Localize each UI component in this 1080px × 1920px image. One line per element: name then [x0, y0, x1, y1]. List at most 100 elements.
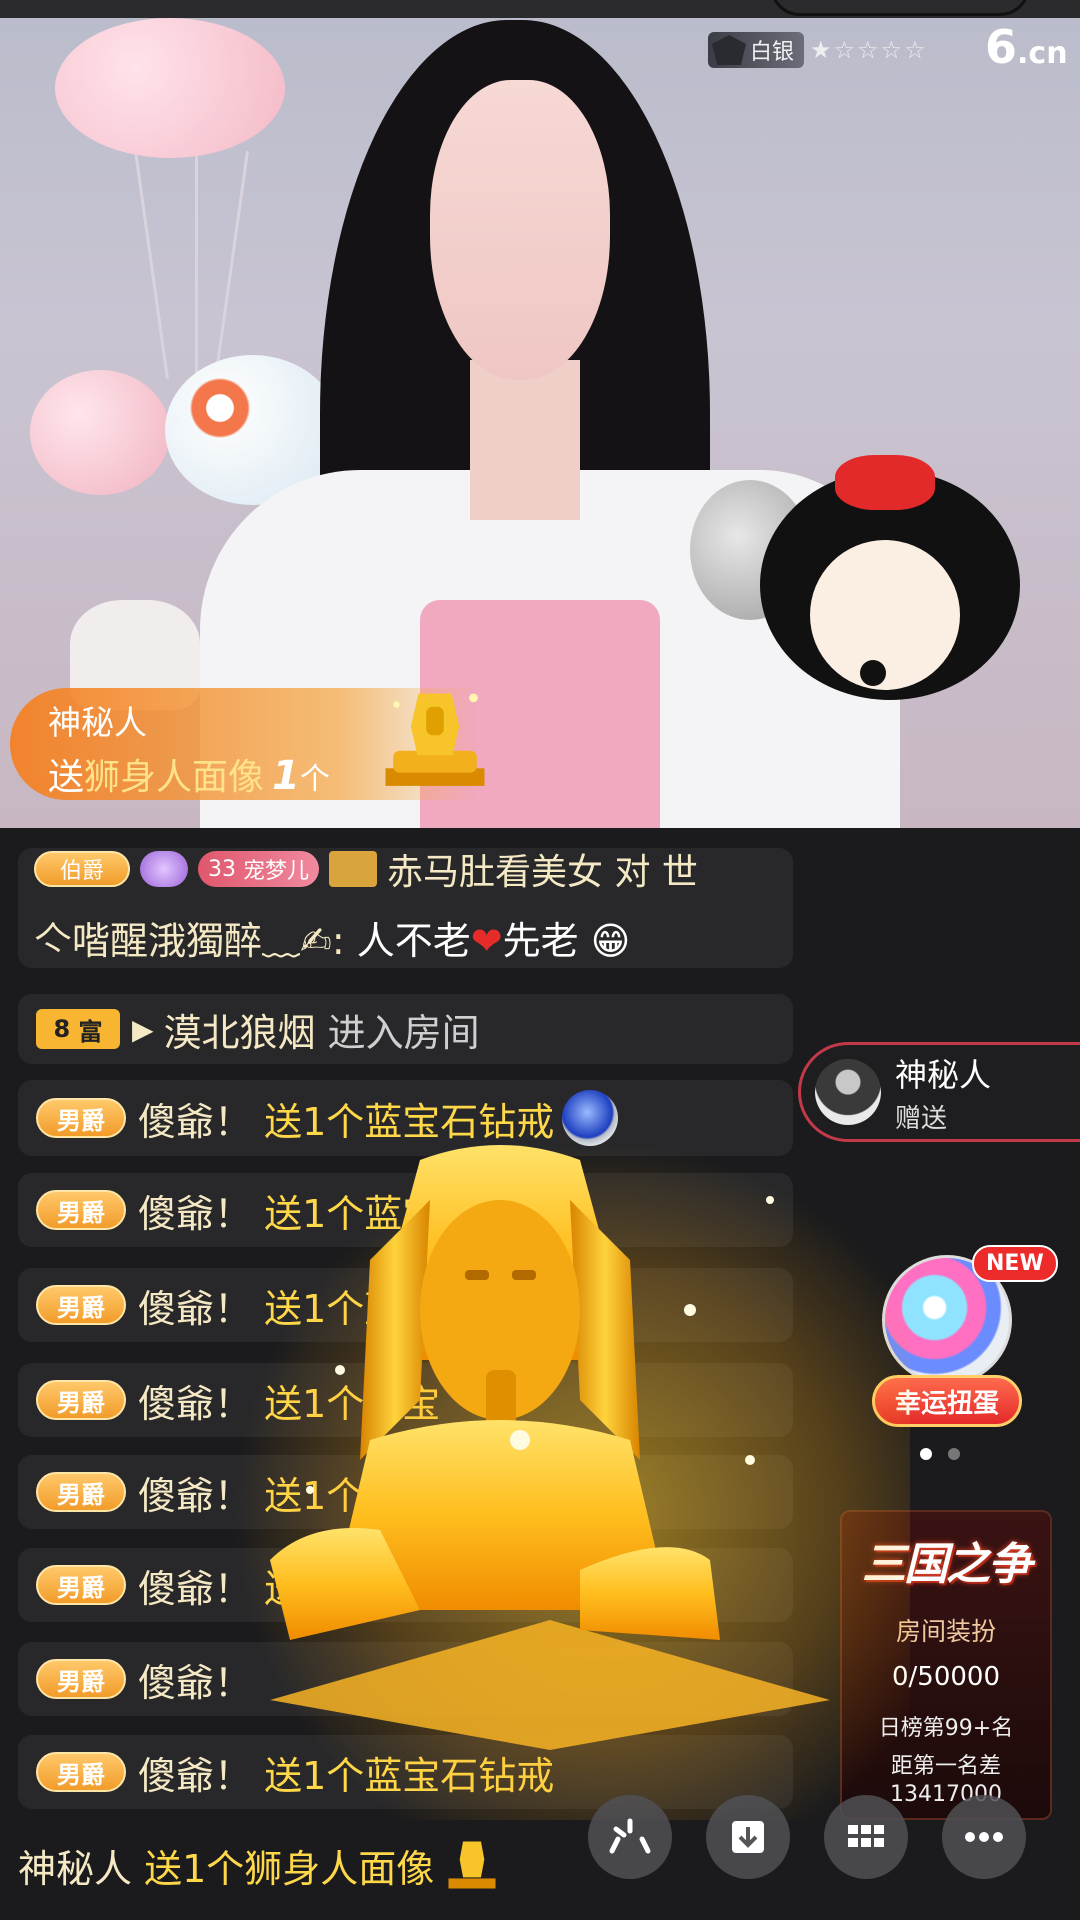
event-gap-label: 距第一名差 — [890, 1754, 1001, 1779]
gift-banner-unit: 个 — [299, 762, 330, 797]
chat-user: 傻爺！ — [138, 1191, 253, 1236]
chat-gift-text: 送1个狮身人面像 — [144, 1846, 435, 1891]
noble-badge: 男爵 — [36, 1098, 126, 1138]
sender-name: 神秘人 — [895, 1055, 992, 1094]
chat-user: 傻爺！ — [138, 1099, 253, 1144]
chat-gift-row[interactable]: 男爵 傻爺！ — [18, 1642, 793, 1716]
sphinx-gift-icon — [385, 693, 485, 786]
gift-banner-verb: 送 — [48, 757, 85, 798]
streamer-rank[interactable]: 白银 ★☆☆☆☆ — [708, 30, 928, 70]
medal-icon — [329, 851, 378, 887]
chat-gift-row[interactable]: 男爵 傻爺！ 送1个蓝 — [18, 1455, 793, 1529]
chat-gift-text: 送1个蓝宝石钻戒 — [264, 1099, 555, 1144]
logo-main: 6 — [985, 20, 1018, 74]
flower-decoration — [175, 368, 265, 448]
grid-icon — [848, 1825, 884, 1847]
sapphire-ring-icon — [562, 1090, 619, 1146]
lucky-gacha-button[interactable]: NEW 幸运扭蛋 — [872, 1245, 1058, 1430]
balloon-string — [195, 150, 198, 380]
rank-badge: 白银 — [708, 32, 805, 68]
live-video[interactable]: 白银 ★☆☆☆☆ 6.cn 神秘人 送狮身人面像 1个 — [0, 0, 1080, 828]
new-badge: NEW — [972, 1245, 1058, 1282]
grin-emoji: 😁 — [590, 919, 631, 963]
camera-notch — [770, 0, 1030, 16]
more-icon — [965, 1832, 1003, 1842]
chat-gift-row[interactable]: 男爵 傻爺！ 送1个蓝宝石钻戒 — [18, 1735, 793, 1809]
chat-top-line1-text: 赤马肚看美女 对 世 — [387, 852, 698, 893]
minnie-plush-bow — [835, 455, 935, 510]
site-logo: 6.cn — [985, 20, 1068, 74]
chat-user: 傻爺！ — [138, 1381, 253, 1426]
event-rank: 日榜第99+名 — [878, 1716, 1014, 1741]
streamer-neck — [470, 360, 580, 520]
sphinx-gift-icon — [448, 1841, 496, 1889]
wealth-level: 8 — [53, 1015, 71, 1043]
balloon — [30, 370, 170, 495]
balloon-string — [134, 150, 169, 380]
chat-top-line1: 伯爵 33 宠梦儿 赤马肚看美女 对 世 — [34, 844, 793, 894]
enter-arrow-icon: ▶ — [132, 1012, 154, 1046]
gacha-label: 幸运扭蛋 — [872, 1375, 1022, 1427]
carousel-dot — [948, 1448, 960, 1460]
noble-badge: 男爵 — [36, 1285, 126, 1325]
chat-bottom-message[interactable]: 神秘人 送1个狮身人面像 — [18, 1820, 500, 1910]
fan-level: 33 — [208, 856, 236, 882]
fan-badge: 33 宠梦儿 — [198, 851, 320, 887]
chat-gift-row[interactable]: 男爵 傻爺！ 送1个 — [18, 1548, 793, 1622]
heart-emoji: ❤ — [470, 919, 503, 963]
wealth-badge: 8 富 — [36, 1009, 120, 1049]
chat-user: 傻爺！ — [138, 1286, 253, 1331]
chat-gift-row[interactable]: 男爵 傻爺！ 送1个蓝宝 — [18, 1173, 793, 1247]
chat-gift-text: 送1个蓝 — [264, 1473, 403, 1518]
download-button[interactable] — [706, 1795, 790, 1879]
chat-gift-row[interactable]: 男爵 傻爺！ 送1个蓝宝 — [18, 1363, 793, 1437]
streamer-face — [430, 80, 610, 380]
chat-top-line2: 亽喈醒涐獨醉﹏✍: 人不老❤先老 😁 — [34, 910, 793, 965]
event-subtitle: 房间装扮 — [895, 1617, 996, 1646]
rank-label: 白银 — [750, 40, 795, 65]
chat-user: 漠北狼烟 — [163, 1010, 316, 1055]
carousel-dots[interactable] — [920, 1448, 960, 1460]
gift-sender-card[interactable]: 神秘人 赠送 — [798, 1042, 1080, 1142]
logo-suffix: .cn — [1017, 36, 1068, 71]
chat-user: 亽喈醒涐獨醉﹏✍: — [34, 919, 345, 963]
event-card[interactable]: 三国之争 房间装扮 0/50000 日榜第99+名 距第一名差 13417000 — [840, 1510, 1052, 1820]
download-icon — [732, 1821, 764, 1853]
balloon — [55, 18, 285, 158]
noble-badge: 男爵 — [36, 1380, 126, 1420]
chat-gift-text: 送1个蓝宝石钻戒 — [264, 1753, 555, 1798]
chat-text: 先老 — [502, 919, 579, 963]
chat-enter-row[interactable]: 8 富 ▶ 漠北狼烟 进入房间 — [18, 994, 793, 1064]
chat-gift-text: 送1个蓝宝 — [264, 1191, 441, 1236]
chat-user: 傻爺！ — [138, 1566, 253, 1611]
effects-button[interactable] — [588, 1795, 672, 1879]
chat-gift-text: 送1个蓝宝 — [264, 1381, 441, 1426]
wealth-label: 富 — [78, 1017, 103, 1046]
chat-action: 进入房间 — [327, 1010, 480, 1055]
avatar — [815, 1059, 881, 1125]
menu-grid-button[interactable] — [824, 1795, 908, 1879]
chat-user: 傻爺！ — [138, 1473, 253, 1518]
noble-badge: 男爵 — [36, 1565, 126, 1605]
event-title: 三国之争 — [862, 1539, 1032, 1590]
chat-message-top[interactable]: 伯爵 33 宠梦儿 赤马肚看美女 对 世 亽喈醒涐獨醉﹏✍: 人不老❤先老 😁 — [18, 848, 793, 968]
balloon-string — [214, 150, 249, 380]
more-button[interactable] — [942, 1795, 1026, 1879]
chat-user: 傻爺！ — [138, 1753, 253, 1798]
noble-badge: 男爵 — [36, 1752, 126, 1792]
minnie-plush-nose — [860, 660, 886, 686]
vip-icon — [140, 851, 188, 887]
chat-gift-text: 送1个 — [264, 1566, 365, 1611]
noble-badge: 男爵 — [36, 1472, 126, 1512]
fan-name: 宠梦儿 — [243, 859, 310, 884]
noble-badge: 男爵 — [36, 1190, 126, 1230]
event-progress: 0/50000 — [891, 1662, 1000, 1692]
rank-shield-icon — [712, 35, 746, 65]
gift-banner-gift: 狮身人面像 — [84, 757, 265, 798]
chat-gift-row[interactable]: 男爵 傻爺！ 送1个蓝宝 — [18, 1268, 793, 1342]
chat-user: 神秘人 — [18, 1846, 133, 1891]
chat-gift-text: 送1个蓝宝 — [264, 1286, 441, 1331]
sparkle-icon — [609, 1818, 651, 1854]
chat-gift-row[interactable]: 男爵 傻爺！ 送1个蓝宝石钻戒 — [18, 1080, 793, 1156]
rank-stars: ★☆☆☆☆ — [810, 36, 928, 64]
